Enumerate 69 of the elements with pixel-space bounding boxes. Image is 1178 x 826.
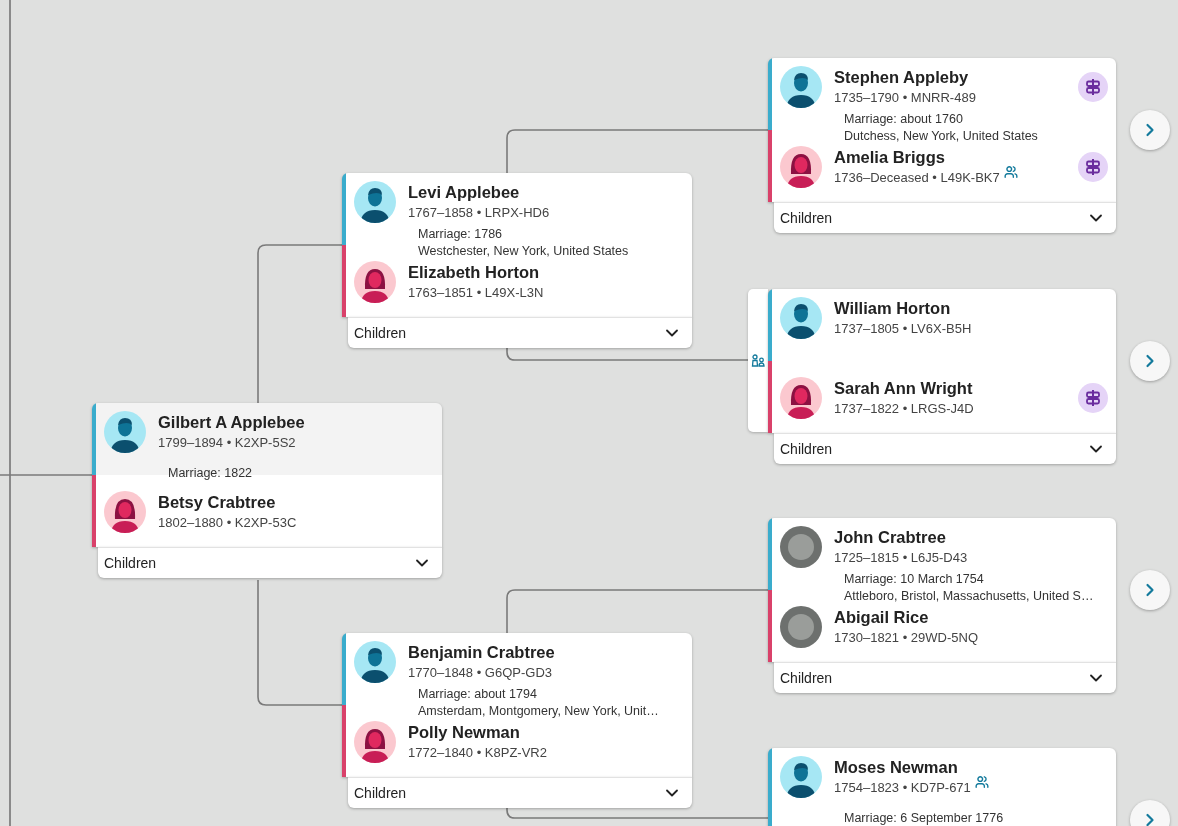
marriage-text: Attleboro, Bristol, Massachusetts, United S… — [844, 588, 1095, 605]
man-avatar-icon — [780, 297, 822, 339]
children-dropdown[interactable]: Children — [774, 202, 1116, 233]
man-avatar-icon — [104, 411, 146, 453]
man-avatar-icon — [354, 181, 396, 223]
person-name[interactable]: Stephen Appleby — [834, 67, 1066, 87]
marriage-text: Westchester, New York, United States — [418, 243, 630, 260]
marriage-text: Marriage: about 1794 — [418, 686, 538, 703]
marriage-text: Amsterdam, Montgomery, New York, Unit… — [418, 703, 660, 720]
person-details: 1730–1821 • 29WD-5NQ — [834, 629, 979, 647]
person-details: 1767–1858 • LRPX-HD6 — [408, 204, 550, 222]
person-name[interactable]: Polly Newman — [408, 722, 684, 742]
people-icon[interactable] — [1003, 165, 1018, 179]
photo-placeholder — [780, 526, 822, 568]
couple-card[interactable]: Moses Newman 1754–1823 • KD7P-671 Marriage: 6 September 1776 — [768, 748, 1116, 826]
man-avatar-icon — [780, 66, 822, 108]
person-details: 1735–1790 • MNRR-489 — [834, 89, 976, 107]
woman-avatar-icon — [354, 261, 396, 303]
person-details: 1770–1848 • G6QP-GD3 — [408, 664, 553, 682]
person-name[interactable]: Levi Applebee — [408, 182, 684, 202]
person-details: 1799–1894 • K2XP-5S2 — [158, 434, 296, 452]
person-name[interactable]: Betsy Crabtree — [158, 492, 434, 512]
signpost-icon[interactable] — [1078, 152, 1108, 182]
children-dropdown[interactable]: Children — [98, 547, 442, 578]
children-dropdown[interactable]: Children — [348, 317, 692, 348]
signpost-icon[interactable] — [1078, 383, 1108, 413]
person-name[interactable]: Benjamin Crabtree — [408, 642, 684, 662]
couple-card[interactable]: Benjamin Crabtree 1770–1848 • G6QP-GD3 Marriage: about 1794 Amsterdam, Montgomery, New York, Unit… Polly Newman 1772–1840 • K8PZ-VR2 — [342, 633, 692, 777]
marriage-text: Marriage: 1786 — [418, 226, 504, 243]
person-details: 1736–Deceased • L49K-BK7 — [834, 169, 1000, 187]
children-dropdown[interactable]: Children — [348, 777, 692, 808]
person-name[interactable]: William Horton — [834, 298, 1108, 318]
person-name[interactable]: Gilbert A Applebee — [158, 412, 434, 432]
person-name[interactable]: John Crabtree — [834, 527, 1108, 547]
marriage-text: Dutchess, New York, United States — [844, 128, 1039, 145]
woman-avatar-icon — [104, 491, 146, 533]
woman-avatar-icon — [780, 146, 822, 188]
person-name[interactable]: Amelia Briggs — [834, 147, 1066, 167]
people-icon[interactable] — [974, 775, 989, 789]
person-details: 1772–1840 • K8PZ-VR2 — [408, 744, 547, 762]
person-name[interactable]: Moses Newman — [834, 757, 1108, 777]
photo-placeholder — [780, 606, 822, 648]
couple-icon — [751, 353, 765, 368]
marriage-text: Marriage: 10 March 1754 — [844, 571, 985, 588]
children-dropdown[interactable]: Children — [774, 662, 1116, 693]
couple-card[interactable]: Levi Applebee 1767–1858 • LRPX-HD6 Marriage: 1786 Westchester, New York, United States Elizabeth Horton 1763–1851 • L49X-L3N — [342, 173, 692, 317]
couple-card[interactable]: William Horton 1737–1805 • LV6X-B5H Sarah Ann Wright 1737–1822 • LRGS-J4D — [768, 289, 1116, 433]
woman-avatar-icon — [780, 377, 822, 419]
couple-card[interactable]: John Crabtree 1725–1815 • L6J5-D43 Marriage: 10 March 1754 Attleboro, Bristol, Massachusetts, United S… Abigail Rice 1730–1821 • 29WD-5NQ — [768, 518, 1116, 662]
person-name[interactable]: Sarah Ann Wright — [834, 378, 1066, 398]
marriage-text: Marriage: about 1760 — [844, 111, 964, 128]
man-avatar-icon — [354, 641, 396, 683]
person-name[interactable]: Elizabeth Horton — [408, 262, 684, 282]
person-details: 1763–1851 • L49X-L3N — [408, 284, 544, 302]
couple-card[interactable]: Gilbert A Applebee 1799–1894 • K2XP-5S2 Marriage: 1822 Betsy Crabtree 1802–1880 • K2XP-53C — [92, 403, 442, 547]
signpost-icon[interactable] — [1078, 72, 1108, 102]
person-details: 1737–1822 • LRGS-J4D — [834, 400, 974, 418]
person-details: 1737–1805 • LV6X-B5H — [834, 320, 972, 338]
man-avatar-icon — [780, 756, 822, 798]
person-details: 1802–1880 • K2XP-53C — [158, 514, 297, 532]
children-dropdown[interactable]: Children — [774, 433, 1116, 464]
person-details: 1725–1815 • L6J5-D43 — [834, 549, 968, 567]
marriage-text: Marriage: 1822 — [168, 464, 254, 482]
parents-link-tab[interactable] — [748, 289, 768, 432]
person-details: 1754–1823 • KD7P-671 — [834, 779, 971, 797]
marriage-text: Marriage: 6 September 1776 — [844, 809, 1005, 826]
couple-card[interactable]: Stephen Appleby 1735–1790 • MNRR-489 Marriage: about 1760 Dutchess, New York, United States Amelia Briggs 1736–Deceased • L49K-BK7 — [768, 58, 1116, 202]
woman-avatar-icon — [354, 721, 396, 763]
person-name[interactable]: Abigail Rice — [834, 607, 1108, 627]
